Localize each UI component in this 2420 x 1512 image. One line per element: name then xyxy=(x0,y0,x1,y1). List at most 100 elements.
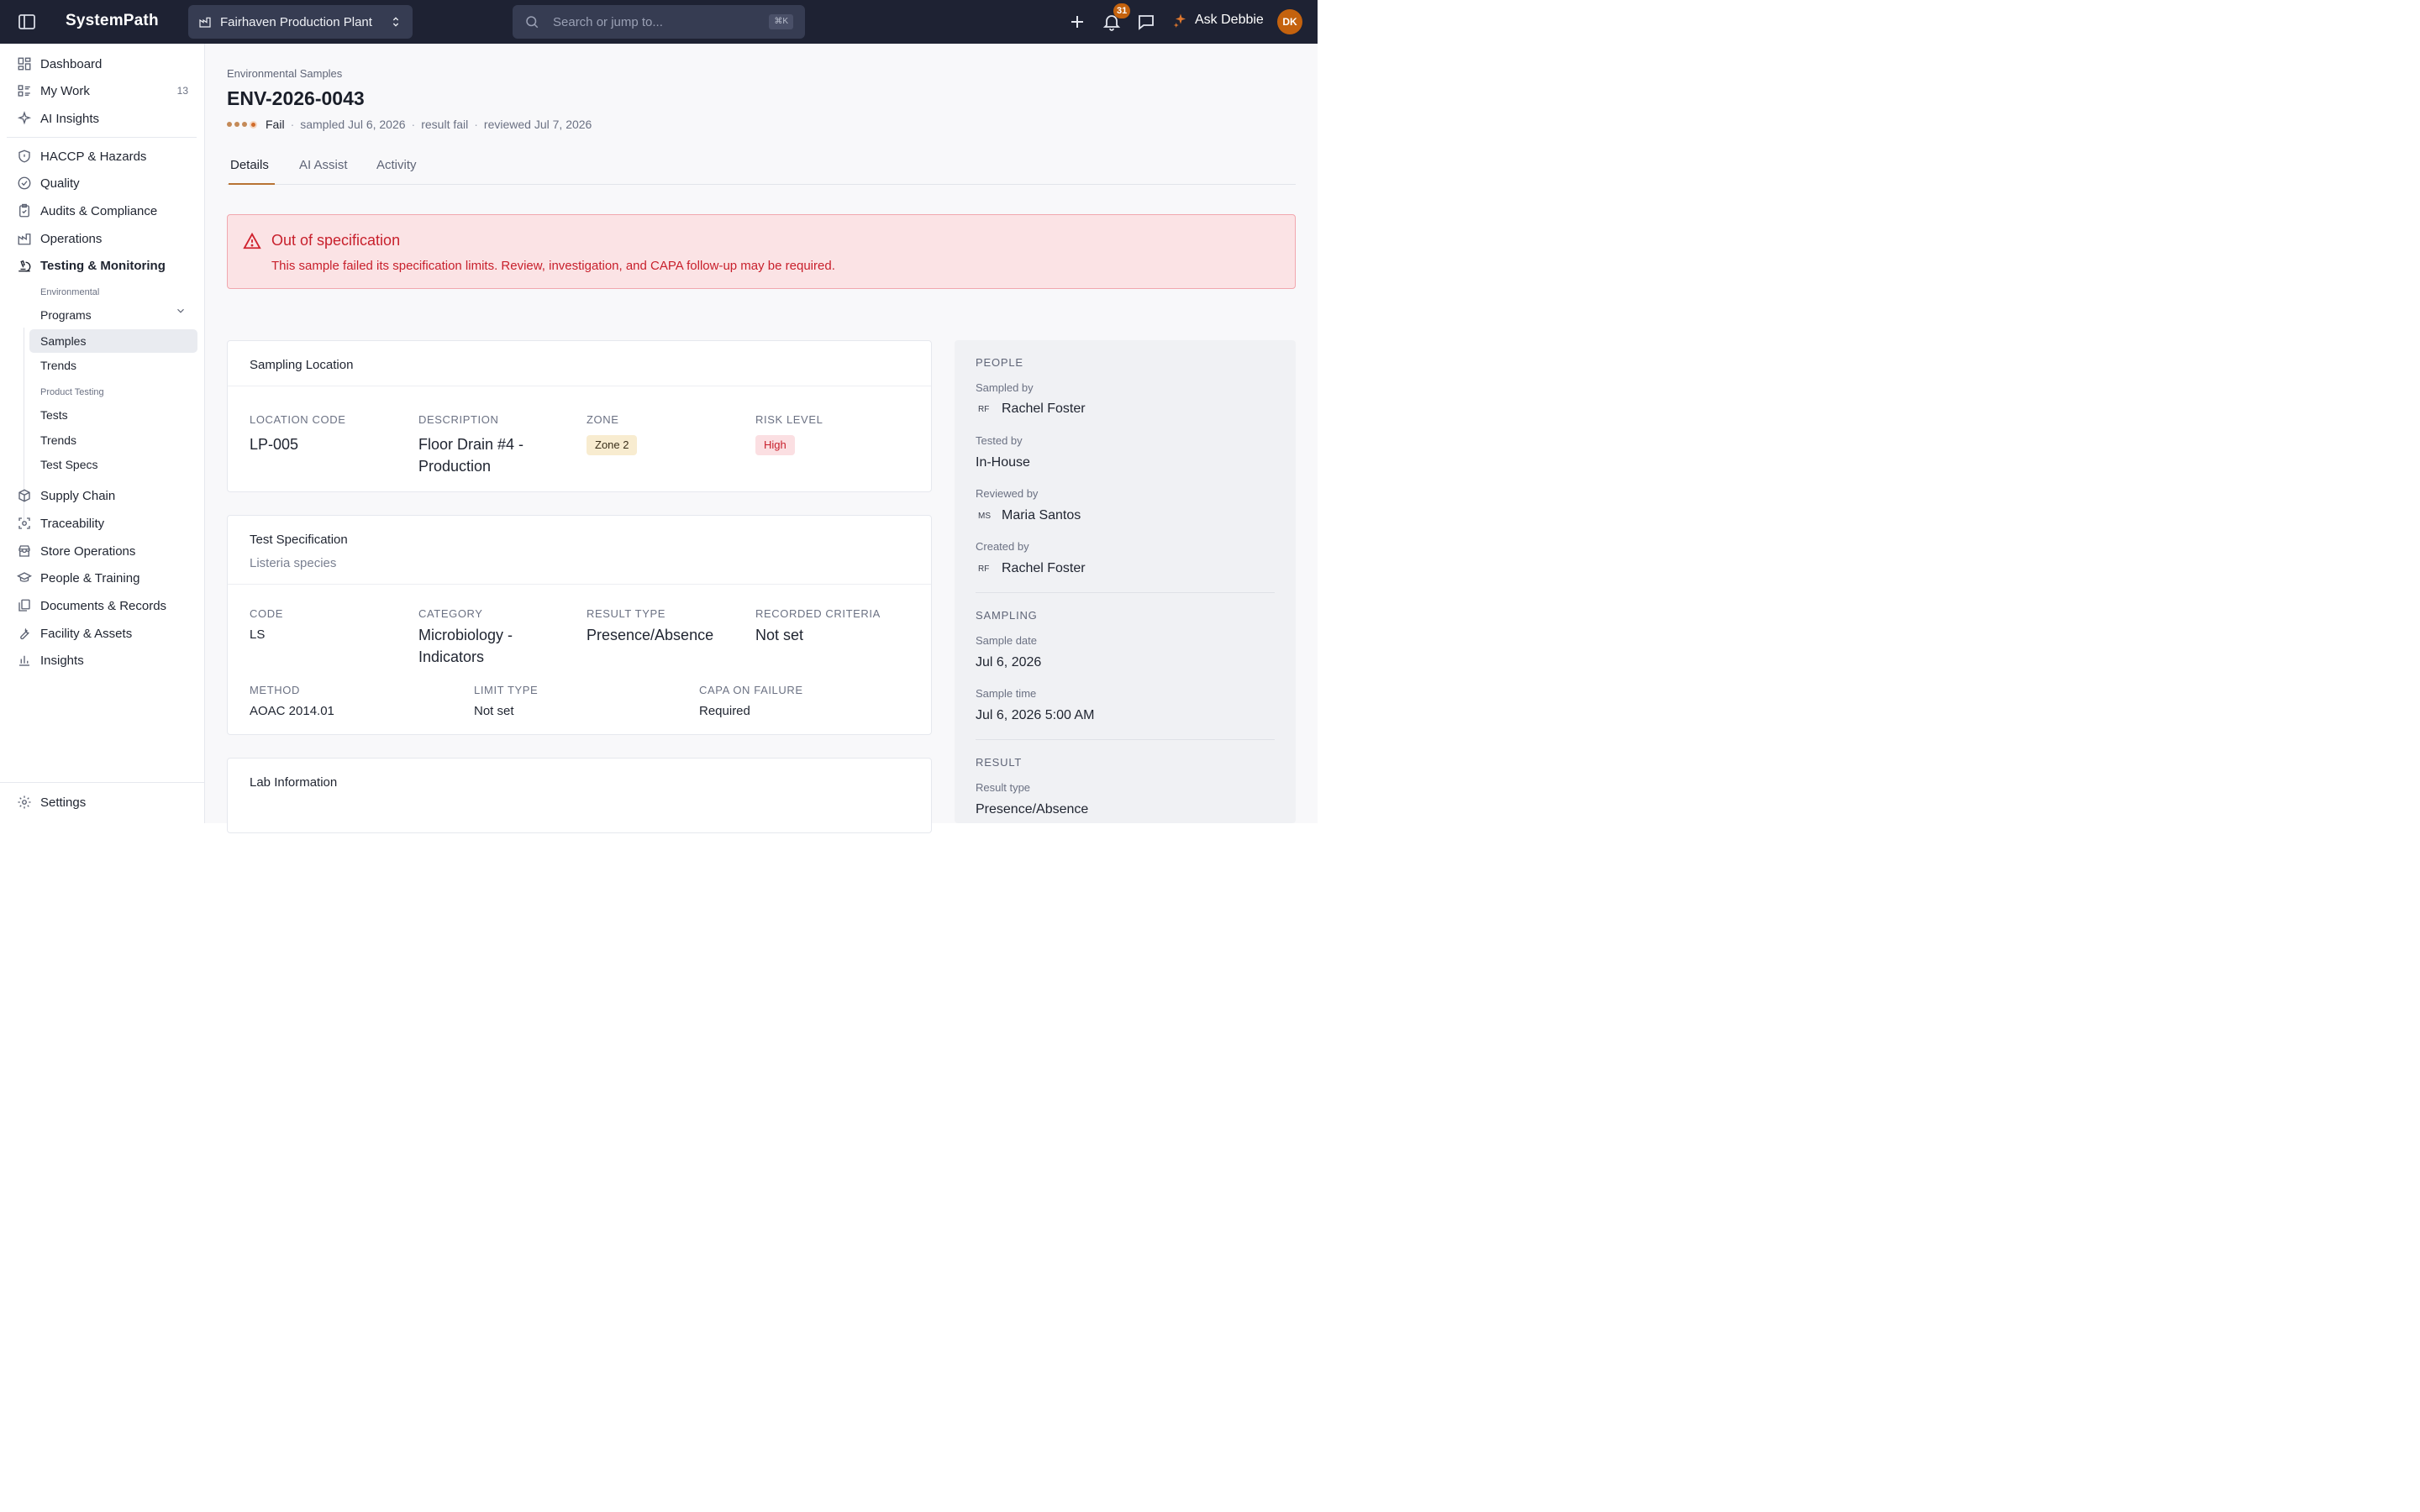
tab-ai-assist[interactable]: AI Assist xyxy=(299,158,348,172)
nav-my-work[interactable]: My Work 13 xyxy=(17,80,188,102)
result-type-value: Presence/Absence xyxy=(976,802,1089,816)
field-label: Risk Level xyxy=(755,413,823,426)
sidebar-toggle-icon[interactable] xyxy=(17,12,37,32)
warning-icon xyxy=(243,232,261,250)
sampled-by-person[interactable]: RF Rachel Foster xyxy=(976,402,1086,417)
graduation-cap-icon xyxy=(17,570,32,585)
clipboard-icon xyxy=(17,203,32,218)
test-specification-card: Test Specification Listeria species Code… xyxy=(227,515,932,735)
package-icon xyxy=(17,488,32,503)
field-label: Limit Type xyxy=(474,684,539,696)
nav-haccp[interactable]: HACCP & Hazards xyxy=(17,145,146,167)
submenu-programs[interactable]: Programs xyxy=(29,303,197,327)
breadcrumb[interactable]: Environmental Samples xyxy=(227,67,342,80)
sampling-location-card: Sampling Location Location Code LP-005 D… xyxy=(227,340,932,492)
zone-badge: Zone 2 xyxy=(587,435,638,455)
card-title: Sampling Location xyxy=(250,358,354,372)
nav-operations[interactable]: Operations xyxy=(17,228,102,249)
chat-icon[interactable] xyxy=(1136,12,1156,32)
field-label: Tested by xyxy=(976,434,1023,447)
field-label: Sample date xyxy=(976,634,1037,647)
my-work-count: 13 xyxy=(176,85,188,97)
documents-icon xyxy=(17,598,32,613)
status-row: Fail · sampled Jul 6, 2026 · result fail… xyxy=(227,118,592,131)
avatar: MS xyxy=(978,511,991,521)
category-line: Indicators xyxy=(418,648,485,665)
nav-store-operations[interactable]: Store Operations xyxy=(17,540,135,562)
submenu-test-specs[interactable]: Test Specs xyxy=(29,453,197,476)
bar-chart-icon xyxy=(17,653,32,668)
microscope-icon xyxy=(17,258,32,273)
field-label: Code xyxy=(250,607,283,620)
avatar: RF xyxy=(978,564,990,574)
search-placeholder: Search or jump to... xyxy=(553,14,663,29)
shield-icon xyxy=(17,149,32,164)
section-heading: PEOPLE xyxy=(976,356,1023,369)
method: AOAC 2014.01 xyxy=(250,704,334,718)
gear-icon xyxy=(17,795,32,810)
nav-supply-chain[interactable]: Supply Chain xyxy=(17,485,115,507)
field-label: Sampled by xyxy=(976,381,1034,394)
sparkle-icon xyxy=(1173,13,1188,28)
panel-divider xyxy=(976,592,1275,593)
wrench-icon xyxy=(17,626,32,641)
submenu-samples[interactable]: Samples xyxy=(29,329,197,353)
nav-dashboard[interactable]: Dashboard xyxy=(17,53,102,75)
nav-traceability[interactable]: Traceability xyxy=(17,512,104,534)
limit-type: Not set xyxy=(474,704,514,718)
check-circle-icon xyxy=(17,176,32,191)
field-label: Category xyxy=(418,607,483,620)
field-label: Description xyxy=(418,413,499,426)
nav-audits[interactable]: Audits & Compliance xyxy=(17,200,157,222)
site-selector[interactable]: Fairhaven Production Plant xyxy=(188,5,413,39)
notification-badge: 31 xyxy=(1113,3,1131,18)
nav-insights[interactable]: Insights xyxy=(17,649,84,671)
lab-information-card: Lab Information xyxy=(227,758,932,833)
created-by-person[interactable]: RF Rachel Foster xyxy=(976,561,1086,576)
field-label: Reviewed by xyxy=(976,487,1039,500)
user-avatar[interactable]: DK xyxy=(1277,9,1302,34)
field-label: Result Type xyxy=(587,607,666,620)
plus-icon[interactable] xyxy=(1067,12,1087,32)
nav-ai-insights[interactable]: AI Insights xyxy=(17,108,99,129)
nav-documents-records[interactable]: Documents & Records xyxy=(17,595,166,617)
tested-by-value: In-House xyxy=(976,455,1030,470)
brand-logo[interactable]: SystemPath xyxy=(66,12,159,30)
avatar: RF xyxy=(978,404,990,414)
section-heading: SAMPLING xyxy=(976,609,1038,622)
submenu-group-environmental: Environmental xyxy=(40,287,100,297)
tab-details[interactable]: Details xyxy=(230,158,269,172)
submenu-product-trends[interactable]: Trends xyxy=(29,428,197,452)
nav-people-training[interactable]: People & Training xyxy=(17,567,139,589)
tab-bar: Details AI Assist Activity xyxy=(227,153,1296,185)
submenu-env-trends[interactable]: Trends xyxy=(29,354,197,377)
sample-time-value: Jul 6, 2026 5:00 AM xyxy=(976,708,1095,722)
status-progress-dots xyxy=(227,120,257,129)
nav-facility-assets[interactable]: Facility & Assets xyxy=(17,622,132,644)
result-type: Presence/Absence xyxy=(587,627,714,643)
field-label: Location Code xyxy=(250,413,346,426)
field-label: Created by xyxy=(976,540,1029,553)
field-label: Result type xyxy=(976,781,1031,794)
category-line: Microbiology - xyxy=(418,627,513,643)
store-icon xyxy=(17,543,32,559)
page-title: ENV-2026-0043 xyxy=(227,87,365,109)
submenu-tests[interactable]: Tests xyxy=(29,403,197,427)
ask-debbie-button[interactable]: Ask Debbie xyxy=(1173,13,1264,28)
list-icon xyxy=(17,83,32,98)
card-title: Test Specification xyxy=(250,533,348,547)
nav-settings[interactable]: Settings xyxy=(17,791,86,813)
nav-divider xyxy=(7,137,197,138)
nav-testing-monitoring[interactable]: Testing & Monitoring xyxy=(17,255,166,276)
reviewed-by-person[interactable]: MS Maria Santos xyxy=(976,508,1081,523)
search-input[interactable]: Search or jump to... ⌘K xyxy=(513,5,805,39)
factory-icon xyxy=(198,15,212,29)
search-shortcut: ⌘K xyxy=(769,14,793,29)
section-heading: RESULT xyxy=(976,756,1023,769)
tab-activity[interactable]: Activity xyxy=(376,158,417,172)
details-side-panel: PEOPLE Sampled by RF Rachel Foster Teste… xyxy=(955,340,1296,823)
nav-divider xyxy=(0,782,204,783)
field-label: Method xyxy=(250,684,300,696)
nav-quality[interactable]: Quality xyxy=(17,172,80,194)
location-code: LP-005 xyxy=(250,436,299,453)
